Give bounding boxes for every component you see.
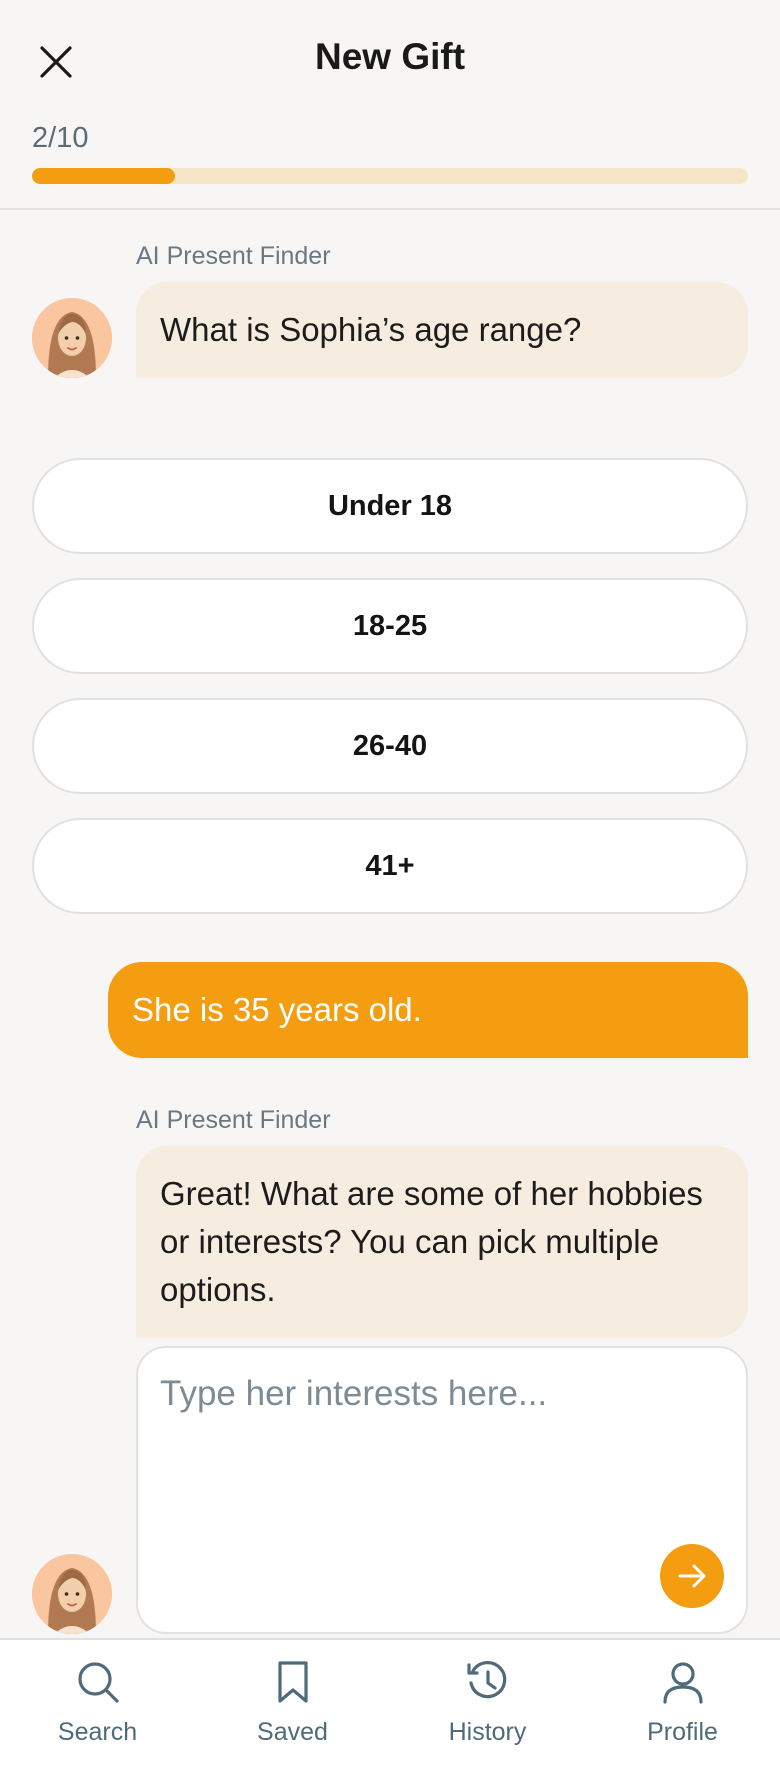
header: New Gift 2/10 (0, 0, 780, 210)
avatar-image (32, 298, 112, 378)
ai-message-bubble: What is Sophia’s age range? (136, 282, 748, 378)
ai-message-bubble: Great! What are some of her hobbies or i… (136, 1146, 748, 1338)
interests-input-box (136, 1346, 748, 1634)
nav-item-profile[interactable]: Profile (585, 1640, 780, 1768)
interests-input[interactable] (160, 1374, 720, 1544)
nav-label-profile: Profile (647, 1718, 718, 1746)
nav-item-search[interactable]: Search (0, 1640, 195, 1768)
bottom-nav: Search Saved History Profile (0, 1638, 780, 1768)
profile-icon (662, 1662, 703, 1704)
search-icon (77, 1662, 119, 1703)
progress-label: 2/10 (32, 122, 89, 154)
ai-avatar (32, 298, 112, 378)
sender-name: AI Present Finder (136, 242, 331, 270)
age-option-18-25[interactable]: 18-25 (32, 578, 748, 674)
history-icon (466, 1661, 506, 1699)
nav-item-saved[interactable]: Saved (195, 1640, 390, 1768)
nav-label-search: Search (57, 1718, 138, 1746)
user-message-bubble: She is 35 years old. (108, 962, 748, 1058)
progress-fill (32, 168, 176, 184)
ai-avatar (32, 1554, 112, 1634)
page-title: New Gift (314, 36, 466, 77)
age-option-41-plus[interactable]: 41+ (32, 818, 748, 914)
sender-name: AI Present Finder (136, 1106, 331, 1134)
nav-label-saved: Saved (257, 1718, 328, 1746)
progress-bar (32, 168, 748, 184)
bookmark-icon (277, 1661, 308, 1703)
arrow-right-icon (678, 1564, 706, 1588)
age-option-under-18[interactable]: Under 18 (32, 458, 748, 554)
nav-item-history[interactable]: History (390, 1640, 585, 1768)
nav-label-history: History (448, 1718, 527, 1746)
send-button[interactable] (660, 1544, 724, 1608)
age-option-26-40[interactable]: 26-40 (32, 698, 748, 794)
avatar-image (32, 1554, 112, 1634)
